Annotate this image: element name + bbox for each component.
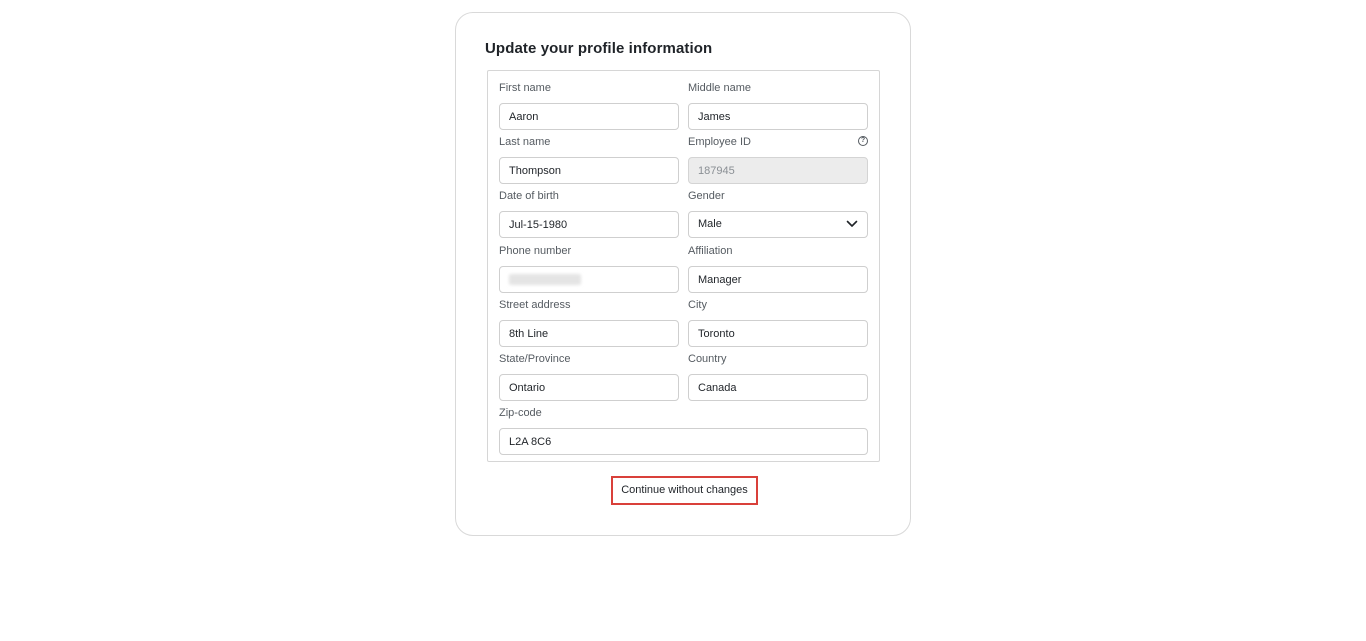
zip-code-input[interactable] [499,428,868,455]
gender-group: Gender Male [688,189,868,238]
gender-label: Gender [688,190,725,202]
profile-card: Update your profile information First na… [455,12,911,536]
chevron-down-icon [846,220,858,227]
city-label: City [688,299,707,311]
redacted-phone-value [509,274,581,285]
page-title: Update your profile information [485,40,713,57]
employee-id-input [688,157,868,184]
country-label: Country [688,353,727,365]
gender-select[interactable]: Male [688,211,868,238]
middle-name-label: Middle name [688,82,751,94]
zip-code-label: Zip-code [499,407,542,419]
employee-id-group: Employee ID ? [688,135,868,184]
affiliation-input[interactable] [688,266,868,293]
affiliation-group: Affiliation [688,244,868,293]
affiliation-label: Affiliation [688,245,733,257]
date-of-birth-input[interactable] [499,211,679,238]
last-name-label: Last name [499,136,551,148]
employee-id-label: Employee ID [688,136,751,148]
middle-name-input[interactable] [688,103,868,130]
state-province-group: State/Province [499,352,679,401]
gender-selected-value: Male [688,211,868,238]
last-name-input[interactable] [499,157,679,184]
state-province-input[interactable] [499,374,679,401]
first-name-group: First name [499,81,679,130]
profile-form: First name Middle name Last name Employe… [487,70,880,462]
phone-number-input[interactable] [499,266,679,293]
street-address-group: Street address [499,298,679,347]
first-name-label: First name [499,82,551,94]
last-name-group: Last name [499,135,679,184]
question-circle-icon[interactable]: ? [858,136,868,146]
date-of-birth-label: Date of birth [499,190,559,202]
street-address-label: Street address [499,299,571,311]
phone-number-label: Phone number [499,245,572,257]
city-input[interactable] [688,320,868,347]
date-of-birth-group: Date of birth [499,189,679,238]
city-group: City [688,298,868,347]
state-province-label: State/Province [499,353,571,365]
street-address-input[interactable] [499,320,679,347]
continue-without-changes-button[interactable]: Continue without changes [611,476,758,505]
middle-name-group: Middle name [688,81,868,130]
phone-number-group: Phone number [499,244,679,293]
zip-code-group: Zip-code [499,406,868,455]
country-input[interactable] [688,374,868,401]
first-name-input[interactable] [499,103,679,130]
country-group: Country [688,352,868,401]
